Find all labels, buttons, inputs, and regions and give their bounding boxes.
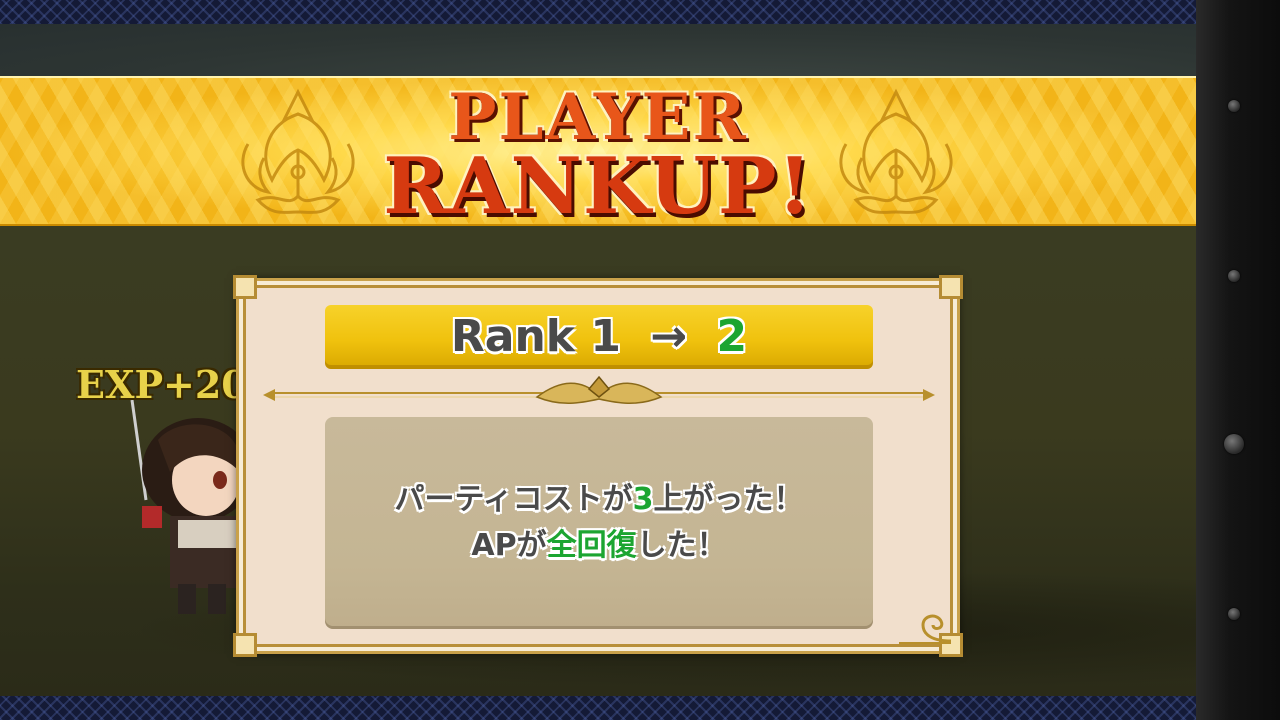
- rank-old-label: Rank 1: [450, 311, 621, 362]
- message-line-party-cost: パーティコストが3上がった！: [325, 477, 873, 523]
- top-border-pattern: [0, 0, 1196, 24]
- rank-arrow-icon: →: [650, 311, 688, 362]
- message-text-segment: 上がった！: [653, 482, 804, 517]
- message-text-segment: パーティコストが: [394, 482, 633, 517]
- message-text-segment: した！: [636, 528, 727, 563]
- banner-title-line2: RANKUP!: [383, 141, 813, 232]
- rank-change-bar: Rank 1 → 2: [325, 305, 873, 369]
- corner-ornament-icon: [233, 633, 257, 657]
- nav-dot-icon[interactable]: [1228, 608, 1240, 620]
- ap-recovery-value: 全回復: [546, 528, 637, 563]
- corner-ornament-icon: [939, 275, 963, 299]
- exp-gain-label: EXP+200: [76, 362, 236, 407]
- rankup-banner: PLAYER RANKUP!: [0, 76, 1196, 226]
- bottom-border-pattern: [0, 696, 1196, 720]
- party-cost-increase-value: 3: [632, 482, 654, 517]
- nav-dot-icon[interactable]: [1228, 100, 1240, 112]
- filigree-divider-icon: [263, 375, 935, 405]
- swirl-corner-icon: [899, 614, 952, 644]
- nav-dot-icon[interactable]: [1228, 270, 1240, 282]
- corner-ornament-icon: [233, 275, 257, 299]
- game-viewport[interactable]: PLAYER RANKUP! EXP+200 Rank 1 → 2: [0, 0, 1196, 720]
- background-hills: [0, 24, 1196, 84]
- home-dot-icon[interactable]: [1224, 434, 1244, 454]
- message-line-ap-recovery: APが全回復した！: [325, 523, 873, 569]
- rankup-message-box: パーティコストが3上がった！ APが全回復した！: [325, 417, 873, 629]
- rankup-message: パーティコストが3上がった！ APが全回復した！: [325, 477, 873, 569]
- player-character-sprite: [130, 399, 238, 614]
- banner-title: PLAYER RANKUP!: [0, 86, 1196, 226]
- rank-new-value: 2: [716, 311, 748, 362]
- message-text-segment: APが: [471, 528, 547, 563]
- side-navigation-panel: [1196, 0, 1280, 720]
- rankup-dialog[interactable]: Rank 1 → 2 パーティコストが3上がった！ APが全回復した！: [233, 275, 963, 657]
